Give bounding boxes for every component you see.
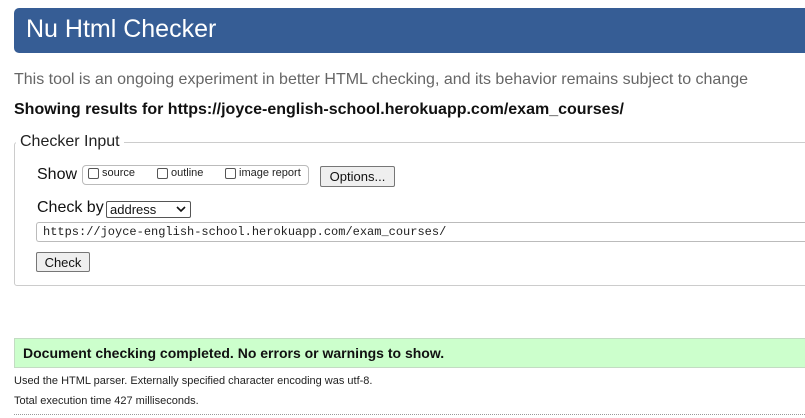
page: Nu Html Checker This tool is an ongoing … [0, 0, 805, 418]
success-message: Document checking completed. No errors o… [14, 338, 805, 368]
parser-info: Used the HTML parser. Externally specifi… [14, 375, 373, 387]
chevron-down-icon [176, 206, 186, 213]
url-input[interactable]: https://joyce-english-school.herokuapp.c… [36, 222, 805, 242]
check-by-value: address [110, 202, 157, 217]
source-option[interactable]: source [88, 167, 135, 179]
execution-time: Total execution time 427 milliseconds. [14, 395, 199, 407]
show-label: Show [37, 166, 78, 183]
outline-option[interactable]: outline [157, 167, 203, 179]
check-by-label: Check by [37, 199, 104, 216]
outline-checkbox[interactable] [157, 167, 168, 179]
image-report-option[interactable]: image report [225, 167, 301, 179]
options-button[interactable]: Options... [320, 166, 395, 187]
app-title: Nu Html Checker [26, 15, 217, 43]
results-for-heading: Showing results for https://joyce-englis… [14, 101, 624, 118]
image-report-checkbox[interactable] [225, 167, 236, 179]
image-report-label: image report [239, 167, 301, 179]
checker-input-legend: Checker Input [16, 133, 124, 151]
check-button[interactable]: Check [36, 252, 90, 272]
divider [14, 414, 805, 415]
check-by-select[interactable]: address [106, 201, 191, 218]
header-bar: Nu Html Checker [14, 8, 805, 53]
source-checkbox[interactable] [88, 167, 99, 179]
source-label: source [102, 167, 136, 179]
intro-text: This tool is an ongoing experiment in be… [14, 71, 749, 88]
outline-label: outline [171, 167, 204, 179]
